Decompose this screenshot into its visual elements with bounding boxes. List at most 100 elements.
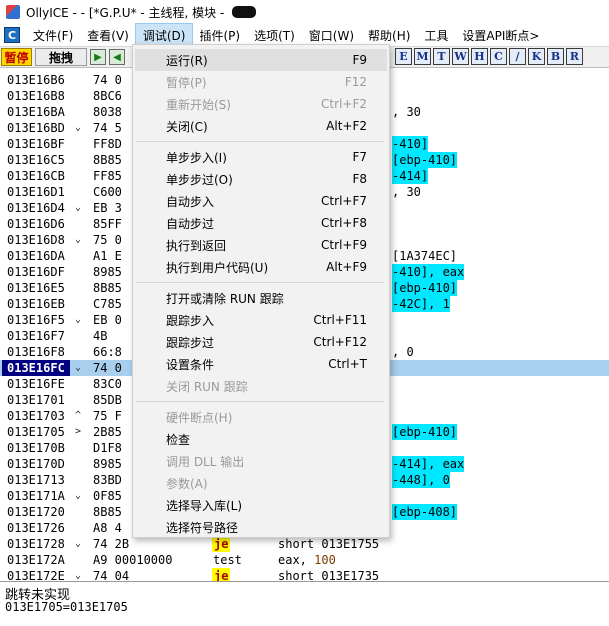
jump-arrow-icon: ⌄ <box>75 538 82 549</box>
executable-modules-button[interactable]: E <box>395 48 412 65</box>
hex-dump-cell: 2B85 <box>93 425 122 439</box>
address-cell: 013E170D <box>7 457 65 471</box>
address-cell: 013E16D1 <box>7 185 65 199</box>
debug-menu-item-label: 跟踪步入 <box>166 313 215 328</box>
hex-dump-cell: A8 4 <box>93 521 122 535</box>
breakpoints-button[interactable]: B <box>547 48 564 65</box>
debug-menu-item-shortcut: Ctrl+F7 <box>321 194 367 208</box>
address-cell: 013E16E5 <box>7 281 65 295</box>
debug-menu-item[interactable]: 选择符号路径 <box>135 516 387 538</box>
address-cell: 013E16DF <box>7 265 65 279</box>
disasm-operand-cell: [ebp-410] <box>392 424 458 440</box>
debug-menu-item-label: 单步步过(O) <box>166 172 233 187</box>
disasm-operand-cell: [ebp-410] <box>392 152 458 168</box>
cpu-window-icon[interactable]: C <box>4 27 20 43</box>
handles-button[interactable]: H <box>471 48 488 65</box>
disasm-operand-cell: , 30 <box>392 105 421 119</box>
debug-menu-item[interactable]: 关闭(C) Alt+F2 <box>135 115 387 137</box>
debug-menu-item-label: 打开或清除 RUN 跟踪 <box>166 291 284 306</box>
call-stack-button[interactable]: K <box>528 48 545 65</box>
operand-cell: short 013E1755 <box>278 537 380 551</box>
address-cell: 013E1728 <box>7 537 65 551</box>
address-info-text: 013E1705=013E1705 <box>5 600 128 614</box>
address-cell: 013E16DA <box>7 249 65 263</box>
cpu-button[interactable]: C <box>490 48 507 65</box>
disasm-operand-cell: -414] <box>392 168 429 184</box>
debug-menu-item[interactable]: 跟踪步过 Ctrl+F12 <box>135 331 387 353</box>
menu-set-api-breakpoint[interactable]: 设置API断点> <box>455 24 546 46</box>
patches-button[interactable]: / <box>509 48 526 65</box>
address-cell: 013E171A <box>7 489 65 503</box>
address-cell: 013E1703 <box>7 409 65 423</box>
debug-menu-item-label: 检查 <box>166 432 191 447</box>
code-row[interactable]: 013E172A A9 00010000 test eax, 100 <box>0 552 609 568</box>
address-cell: 013E16F5 <box>7 313 65 327</box>
debug-menu-item[interactable]: 检查 <box>135 428 387 450</box>
hex-dump-cell: EB 3 <box>93 201 122 215</box>
hex-dump-cell: 8985 <box>93 457 122 471</box>
hex-dump-cell: 83BD <box>93 473 122 487</box>
debug-menu-item-label: 参数(A) <box>166 476 208 491</box>
jump-arrow-icon: ⌄ <box>75 570 82 581</box>
debug-menu-item-shortcut: Ctrl+F9 <box>321 238 367 252</box>
memory-map-button[interactable]: M <box>414 48 431 65</box>
menu-window[interactable]: 窗口(W) <box>302 24 361 46</box>
address-cell: 013E16FE <box>7 377 65 391</box>
debug-menu-item[interactable]: 自动步入 Ctrl+F7 <box>135 190 387 212</box>
hex-dump-cell: 8B85 <box>93 505 122 519</box>
references-button[interactable]: R <box>566 48 583 65</box>
address-cell: 013E16EB <box>7 297 65 311</box>
debug-menu-item-label: 关闭 RUN 跟踪 <box>166 379 248 394</box>
threads-button[interactable]: T <box>433 48 450 65</box>
debug-menu-item-label: 自动步入 <box>166 194 215 209</box>
menu-plugins[interactable]: 插件(P) <box>192 24 247 46</box>
rewind-icon[interactable]: ◀ <box>109 49 125 65</box>
debug-menu-item: 关闭 RUN 跟踪 <box>135 375 387 397</box>
hex-dump-cell: 8038 <box>93 105 122 119</box>
title-bar: OllyICE - - [*G.P.U* - 主线程, 模块 - <box>0 0 609 24</box>
address-cell: 013E16B8 <box>7 89 65 103</box>
menu-help[interactable]: 帮助(H) <box>361 24 417 46</box>
debug-menu-item-label: 执行到用户代码(U) <box>166 260 269 275</box>
debug-menu-item[interactable]: 运行(R) F9 <box>135 49 387 71</box>
debug-menu-item[interactable]: 单步步过(O) F8 <box>135 168 387 190</box>
menu-view[interactable]: 查看(V) <box>80 24 136 46</box>
address-cell: 013E16D8 <box>7 233 65 247</box>
menu-file[interactable]: 文件(F) <box>26 24 80 46</box>
pause-status-badge: 暂停 <box>1 48 32 66</box>
hex-dump-cell: 8B85 <box>93 153 122 167</box>
debug-menu-item[interactable]: 自动步过 Ctrl+F8 <box>135 212 387 234</box>
menu-tools[interactable]: 工具 <box>417 24 455 46</box>
code-row[interactable]: 013E1728 ⌄ 74 2B je short 013E1755 <box>0 536 609 552</box>
drag-button[interactable]: 拖拽 <box>35 48 87 66</box>
debug-menu-item-label: 暂停(P) <box>166 75 207 90</box>
hex-dump-cell: 74 2B <box>93 537 130 551</box>
address-cell: 013E16BD <box>7 121 65 135</box>
code-row[interactable]: 013E172E ⌄ 74 04 je short 013E1735 <box>0 568 609 582</box>
open-file-icon[interactable]: ▶ <box>90 49 106 65</box>
hex-dump-cell: 85DB <box>93 393 122 407</box>
address-cell: 013E1701 <box>7 393 65 407</box>
menu-options[interactable]: 选项(T) <box>247 24 302 46</box>
debug-menu-item[interactable]: 设置条件 Ctrl+T <box>135 353 387 375</box>
hex-dump-cell: A9 00010000 <box>93 553 173 567</box>
disasm-operand-cell: , 0 <box>392 345 414 359</box>
debug-menu-item[interactable]: 选择导入库(L) <box>135 494 387 516</box>
jump-arrow-icon: > <box>75 426 82 437</box>
debug-menu-item[interactable]: 跟踪步入 Ctrl+F11 <box>135 309 387 331</box>
redacted-mark <box>232 5 257 18</box>
debug-menu-item[interactable]: 执行到返回 Ctrl+F9 <box>135 234 387 256</box>
menu-debug[interactable]: 调试(D) <box>134 23 194 47</box>
disasm-operand-cell: [1A374EC] <box>392 249 458 263</box>
disasm-operand-cell: [ebp-408] <box>392 504 458 520</box>
hex-dump-cell: 8BC6 <box>93 89 122 103</box>
address-cell: 013E1705 <box>7 425 65 439</box>
address-cell: 013E16F7 <box>7 329 65 343</box>
windows-button[interactable]: W <box>452 48 469 65</box>
disasm-operand-cell: -414], eax <box>392 456 465 472</box>
debug-menu-item[interactable]: 执行到用户代码(U) Alt+F9 <box>135 256 387 278</box>
address-cell: 013E16BA <box>7 105 65 119</box>
debug-menu-item[interactable]: 单步步入(I) F7 <box>135 146 387 168</box>
debug-menu-item[interactable]: 打开或清除 RUN 跟踪 <box>135 287 387 309</box>
operand-cell: short 013E1735 <box>278 569 380 582</box>
